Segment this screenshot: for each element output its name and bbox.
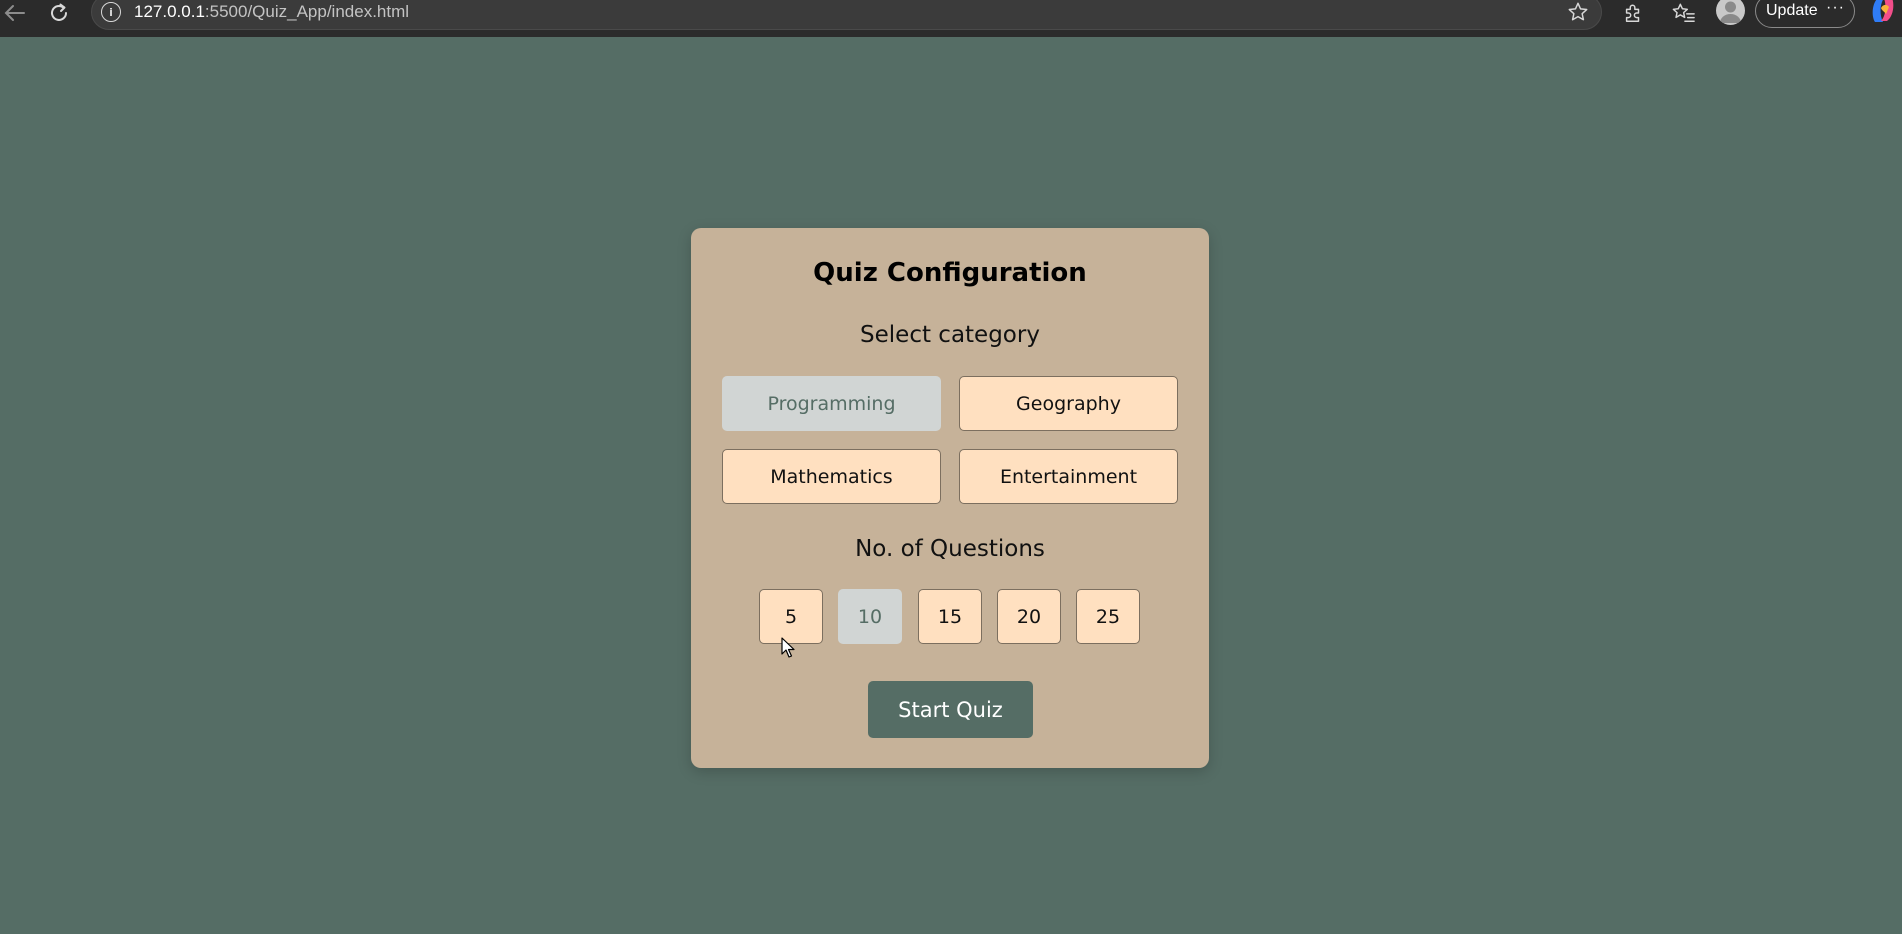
category-programming-button[interactable]: Programming — [722, 376, 941, 431]
more-options-button[interactable]: ··· — [1826, 0, 1845, 17]
update-button[interactable]: Update ··· — [1755, 0, 1855, 28]
question-count-5-button[interactable]: 5 — [759, 589, 823, 644]
favorites-button[interactable] — [1670, 0, 1698, 26]
address-bar[interactable]: i 127.0.0.1:5500/Quiz_App/index.html — [91, 0, 1602, 30]
category-entertainment-button[interactable]: Entertainment — [959, 449, 1178, 504]
page-title: Quiz Configuration — [813, 258, 1087, 288]
back-arrow-icon — [4, 5, 25, 21]
question-count-15-button[interactable]: 15 — [918, 589, 982, 644]
url-host: 127.0.0.1 — [134, 2, 205, 21]
favorite-star-button[interactable] — [1567, 1, 1589, 23]
update-label: Update — [1766, 2, 1818, 19]
category-label: Select category — [860, 322, 1040, 348]
star-icon — [1568, 2, 1588, 21]
question-count-20-button[interactable]: 20 — [997, 589, 1061, 644]
copilot-icon[interactable] — [1869, 0, 1897, 24]
url-path: :5500/Quiz_App/index.html — [204, 2, 410, 21]
start-quiz-button[interactable]: Start Quiz — [868, 681, 1033, 738]
category-mathematics-button[interactable]: Mathematics — [722, 449, 941, 504]
reload-button[interactable] — [44, 0, 74, 26]
extensions-icon — [1625, 4, 1640, 22]
site-info-icon[interactable]: i — [101, 2, 121, 22]
question-count-25-button[interactable]: 25 — [1076, 589, 1140, 644]
questions-label: No. of Questions — [855, 536, 1045, 562]
quiz-config-card: Quiz Configuration Select category Progr… — [691, 228, 1209, 768]
reload-icon — [51, 3, 67, 21]
profile-avatar-icon[interactable] — [1716, 0, 1745, 25]
url-text[interactable]: 127.0.0.1:5500/Quiz_App/index.html — [134, 2, 409, 22]
favorites-icon — [1672, 3, 1695, 22]
question-count-10-button[interactable]: 10 — [838, 589, 902, 644]
category-geography-button[interactable]: Geography — [959, 376, 1178, 431]
back-button[interactable] — [0, 0, 30, 26]
extensions-button[interactable] — [1619, 0, 1647, 26]
browser-toolbar: i 127.0.0.1:5500/Quiz_App/index.html Upd… — [0, 0, 1902, 37]
